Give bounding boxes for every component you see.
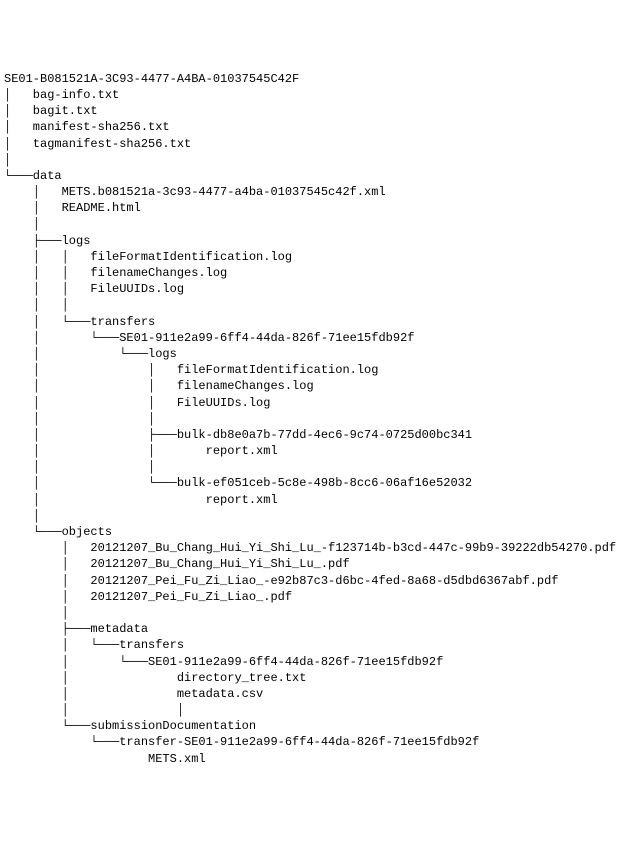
tree-line-42: METS.xml [4, 751, 621, 767]
tree-line-23: │ │ report.xml [4, 443, 621, 459]
tree-line-38: │ metadata.csv [4, 686, 621, 702]
tree-line-41: └───transfer-SE01-911e2a99-6ff4-44da-826… [4, 734, 621, 750]
tree-line-26: │ report.xml [4, 492, 621, 508]
tree-line-17: │ └───logs [4, 346, 621, 362]
tree-line-40: └───submissionDocumentation [4, 718, 621, 734]
tree-line-11: │ │ fileFormatIdentification.log [4, 249, 621, 265]
directory-tree: SE01-B081521A-3C93-4477-A4BA-01037545C42… [4, 71, 621, 767]
tree-line-29: │ 20121207_Bu_Chang_Hui_Yi_Shi_Lu_-f1237… [4, 540, 621, 556]
tree-line-24: │ │ [4, 459, 621, 475]
tree-line-10: ├───logs [4, 233, 621, 249]
tree-line-21: │ │ [4, 411, 621, 427]
tree-line-4: │ tagmanifest-sha256.txt [4, 136, 621, 152]
tree-line-8: │ README.html [4, 200, 621, 216]
tree-line-22: │ ├───bulk-db8e0a7b-77dd-4ec6-9c74-0725d… [4, 427, 621, 443]
tree-line-12: │ │ filenameChanges.log [4, 265, 621, 281]
tree-line-14: │ │ [4, 297, 621, 313]
tree-line-5: │ [4, 152, 621, 168]
tree-line-27: │ [4, 508, 621, 524]
tree-line-35: │ └───transfers [4, 637, 621, 653]
tree-line-39: │ │ [4, 702, 621, 718]
tree-line-0: SE01-B081521A-3C93-4477-A4BA-01037545C42… [4, 71, 621, 87]
tree-line-1: │ bag-info.txt [4, 87, 621, 103]
tree-line-20: │ │ FileUUIDs.log [4, 395, 621, 411]
tree-line-28: └───objects [4, 524, 621, 540]
tree-line-31: │ 20121207_Pei_Fu_Zi_Liao_-e92b87c3-d6bc… [4, 573, 621, 589]
tree-line-33: │ [4, 605, 621, 621]
tree-line-36: │ └───SE01-911e2a99-6ff4-44da-826f-71ee1… [4, 654, 621, 670]
tree-line-32: │ 20121207_Pei_Fu_Zi_Liao_.pdf [4, 589, 621, 605]
tree-line-6: └───data [4, 168, 621, 184]
tree-line-3: │ manifest-sha256.txt [4, 119, 621, 135]
tree-line-34: ├───metadata [4, 621, 621, 637]
tree-line-19: │ │ filenameChanges.log [4, 378, 621, 394]
tree-line-7: │ METS.b081521a-3c93-4477-a4ba-01037545c… [4, 184, 621, 200]
tree-line-18: │ │ fileFormatIdentification.log [4, 362, 621, 378]
tree-line-15: │ └───transfers [4, 314, 621, 330]
tree-line-16: │ └───SE01-911e2a99-6ff4-44da-826f-71ee1… [4, 330, 621, 346]
tree-line-9: │ [4, 216, 621, 232]
tree-line-25: │ └───bulk-ef051ceb-5c8e-498b-8cc6-06af1… [4, 475, 621, 491]
tree-line-37: │ directory_tree.txt [4, 670, 621, 686]
tree-line-2: │ bagit.txt [4, 103, 621, 119]
tree-line-30: │ 20121207_Bu_Chang_Hui_Yi_Shi_Lu_.pdf [4, 556, 621, 572]
tree-line-13: │ │ FileUUIDs.log [4, 281, 621, 297]
